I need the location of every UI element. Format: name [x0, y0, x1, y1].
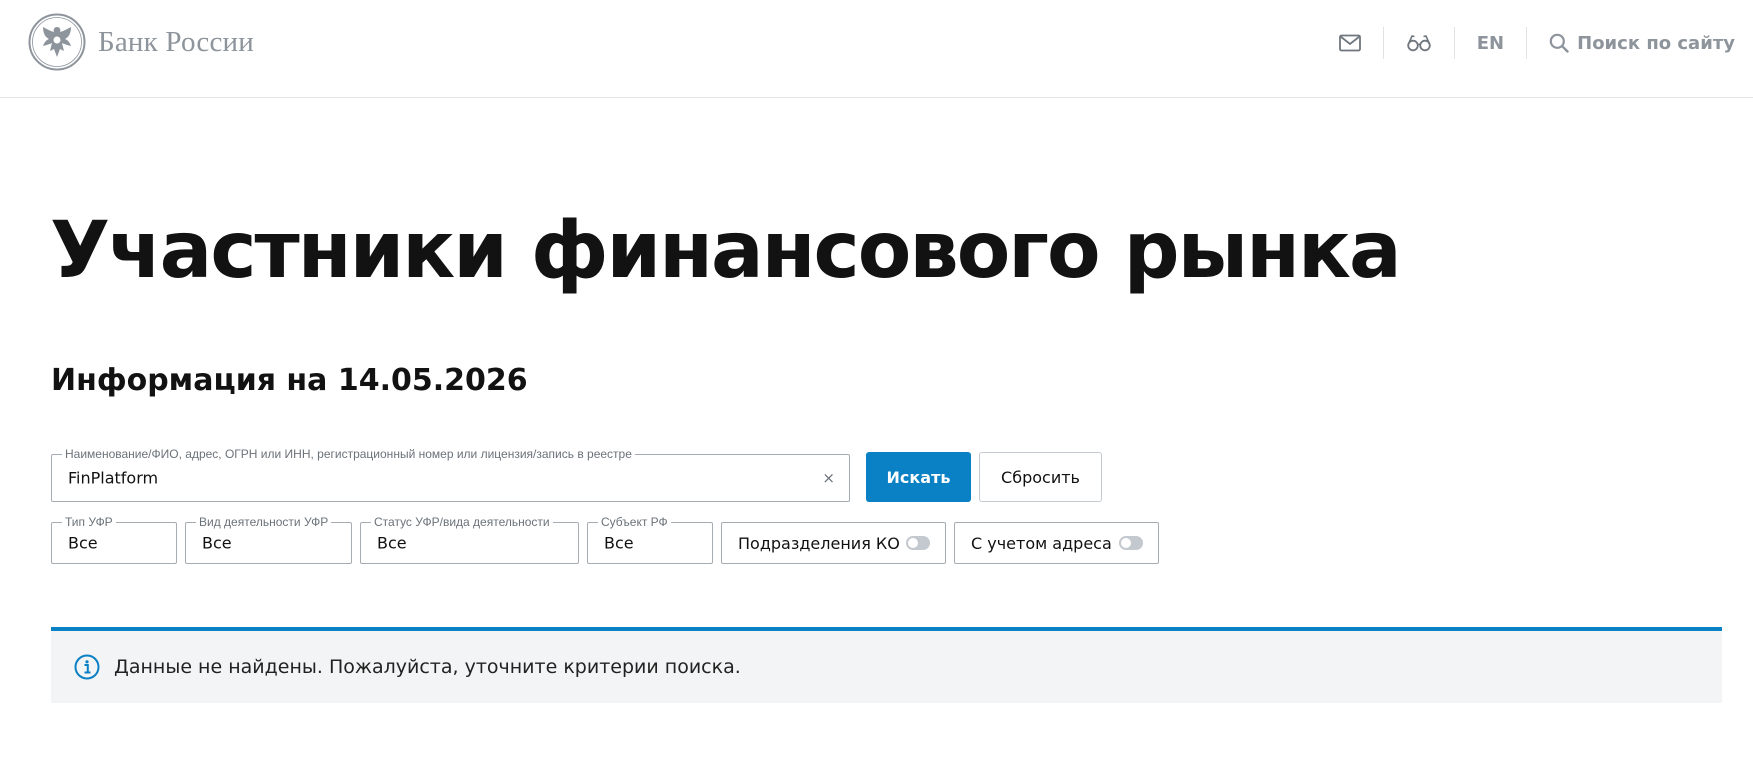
search-button[interactable]: Искать [866, 452, 971, 502]
mail-icon [1338, 34, 1361, 52]
accessibility-button[interactable] [1384, 27, 1455, 59]
bank-emblem-icon [28, 13, 86, 71]
branches-toggle-label: Подразделения КО [738, 533, 900, 553]
search-input-label: Наименование/ФИО, адрес, ОГРН или ИНН, р… [62, 447, 635, 461]
activity-select-label: Вид деятельности УФР [196, 515, 332, 529]
region-select-value: Все [604, 533, 634, 553]
branches-toggle[interactable]: Подразделения КО [721, 522, 946, 564]
type-select-label: Тип УФР [62, 515, 116, 529]
type-select[interactable]: Тип УФР Все [51, 515, 177, 564]
page-title: Участники финансового рынка [50, 206, 1402, 296]
site-search-label: Поиск по сайту [1577, 32, 1735, 54]
status-select-label: Статус УФР/вида деятельности [371, 515, 553, 529]
info-icon [74, 654, 100, 680]
language-switch[interactable]: EN [1455, 27, 1528, 59]
no-results-notice: Данные не найдены. Пожалуйста, уточните … [51, 627, 1722, 703]
notice-text: Данные не найдены. Пожалуйста, уточните … [114, 656, 741, 678]
address-toggle-label: С учетом адреса [971, 533, 1112, 553]
address-toggle[interactable]: С учетом адреса [954, 522, 1159, 564]
logo-text: Банк России [98, 25, 254, 58]
info-date-heading: Информация на 14.05.2026 [51, 363, 528, 398]
activity-select-value: Все [202, 533, 232, 553]
header-actions: EN Поиск по сайту [1317, 0, 1753, 86]
type-select-value: Все [68, 533, 98, 553]
site-logo[interactable]: Банк России [28, 13, 254, 71]
status-select-value: Все [377, 533, 407, 553]
clear-search-icon[interactable]: × [822, 469, 835, 487]
region-select-label: Субъект РФ [598, 515, 671, 529]
branches-switch[interactable] [906, 536, 930, 550]
address-switch[interactable] [1119, 536, 1143, 550]
search-icon [1549, 33, 1569, 53]
reset-button[interactable]: Сбросить [979, 452, 1102, 502]
search-input-value: FinPlatform [68, 468, 159, 488]
status-select[interactable]: Статус УФР/вида деятельности Все [360, 515, 579, 564]
glasses-icon [1407, 35, 1431, 52]
mail-button[interactable] [1317, 27, 1384, 59]
region-select[interactable]: Субъект РФ Все [587, 515, 713, 564]
site-header: Банк России EN Поиск по сайту [0, 0, 1753, 98]
language-label: EN [1476, 32, 1505, 54]
site-search-link[interactable]: Поиск по сайту [1527, 27, 1753, 59]
search-input[interactable]: Наименование/ФИО, адрес, ОГРН или ИНН, р… [51, 447, 850, 502]
activity-select[interactable]: Вид деятельности УФР Все [185, 515, 352, 564]
